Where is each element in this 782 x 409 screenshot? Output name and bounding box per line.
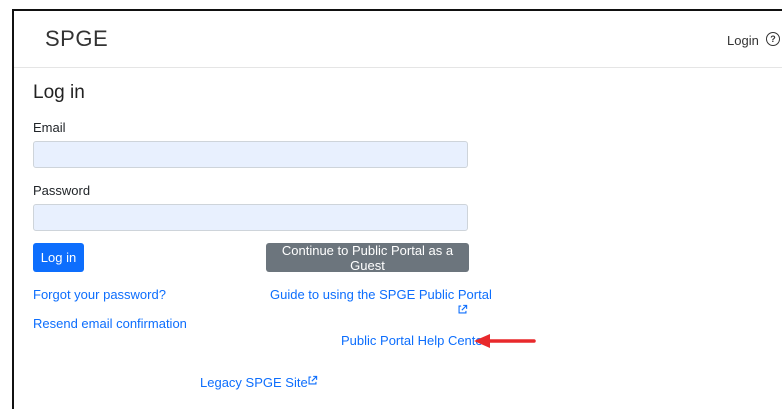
email-field[interactable] [33,141,468,168]
page-title: Log in [33,82,85,103]
password-field[interactable] [33,204,468,231]
guide-link[interactable]: Guide to using the SPGE Public Portal [270,287,492,302]
question-circle-icon[interactable]: ? [766,32,780,46]
login-button[interactable]: Log in [33,243,84,272]
legacy-site-link[interactable]: Legacy SPGE Site [200,375,308,390]
brand-logo[interactable]: SPGE [45,26,108,52]
forgot-password-link[interactable]: Forgot your password? [33,287,166,302]
red-arrow-annotation-icon [474,334,536,348]
app-window: SPGE Login ? Log in Email Password Log i… [12,9,782,409]
email-label: Email [33,120,66,135]
external-link-icon[interactable] [457,304,468,315]
resend-confirmation-link[interactable]: Resend email confirmation [33,316,187,331]
help-center-link[interactable]: Public Portal Help Center [341,333,487,348]
continue-as-guest-button[interactable]: Continue to Public Portal as a Guest [266,243,469,273]
top-navbar: SPGE Login ? [14,11,782,68]
external-link-icon[interactable] [307,375,318,386]
nav-login-link[interactable]: Login [727,33,759,48]
password-label: Password [33,183,91,198]
